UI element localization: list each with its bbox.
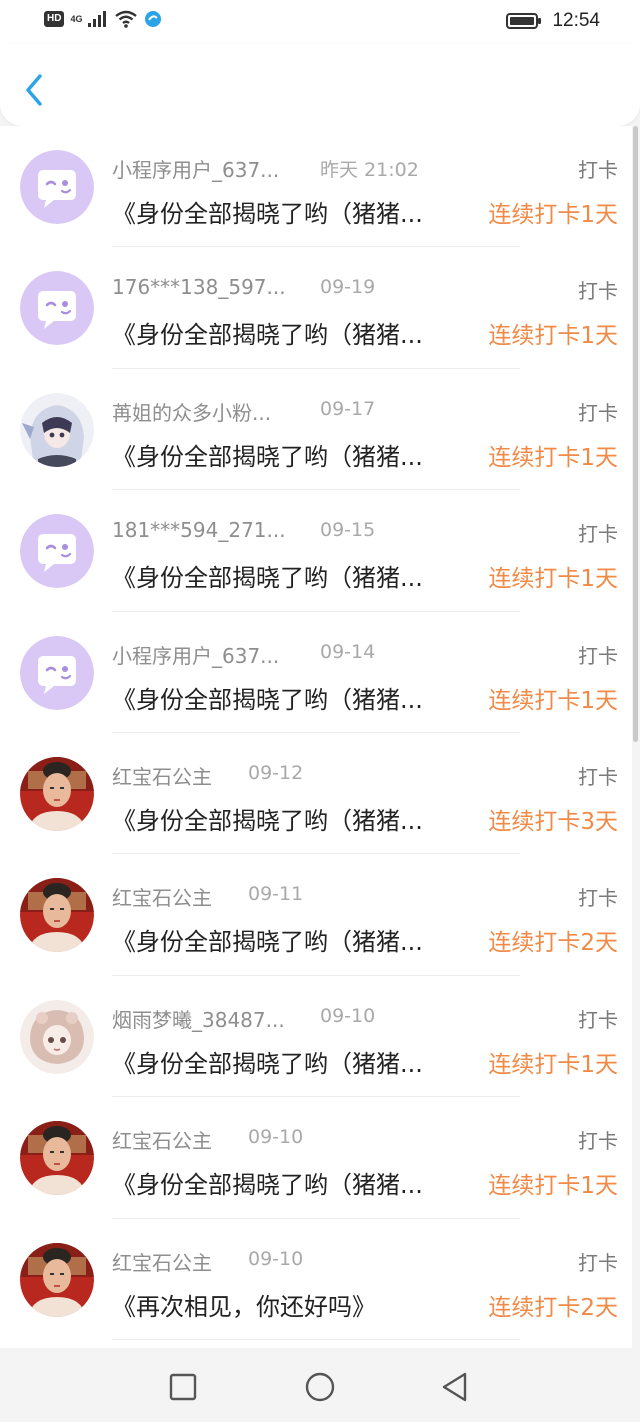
header [0,44,640,126]
home-button[interactable] [303,1370,337,1404]
streak-label: 连续打卡1天 [488,566,618,593]
record-type: 打卡 [578,1007,618,1032]
list-item[interactable]: 红宝石公主 09-10 打卡《身份全部揭晓了哟（猪猪... 连续打卡1天 [0,1097,632,1219]
avatar[interactable] [20,1121,94,1196]
avatar[interactable] [20,271,94,346]
post-date: 09-10 [248,1126,304,1149]
streak-label: 连续打卡2天 [488,930,618,957]
record-type: 打卡 [578,764,618,789]
streak-label: 连续打卡1天 [488,202,618,228]
status-right: 12:54 [506,10,600,32]
network-type: 4G [70,13,83,24]
list-item[interactable]: 181***594_271... 09-15 打卡《身份全部揭晓了哟（猪猪... 连续… [0,490,632,612]
list-item[interactable]: 176***138_597... 09-19 打卡《身份全部揭晓了哟（猪猪... 连续… [0,247,632,369]
avatar[interactable] [20,999,94,1074]
post-date: 09-19 [320,276,376,299]
post-date: 09-11 [248,883,304,906]
list-item[interactable]: 红宝石公主 09-11 打卡《身份全部揭晓了哟（猪猪... 连续打卡2天 [0,854,632,976]
streak-label: 连续打卡2天 [488,1294,618,1321]
avatar[interactable] [20,756,94,831]
avatar[interactable] [20,635,94,710]
user-name: 红宝石公主 [112,764,212,789]
user-name: 苒姐的众多小粉... [112,400,272,425]
screen: HD 4G 12:54 小程序用户_637... 昨天 21:02 打卡 《身份… [0,0,640,1422]
user-name: 176***138_597... [112,275,286,300]
list-item[interactable]: 小程序用户_637... 昨天 21:02 打卡《身份全部揭晓了哟（猪猪... 连续打… [0,126,632,248]
user-name: 红宝石公主 [112,1250,212,1275]
book-title: 《再次相见，你还好吗》 [112,1292,376,1321]
post-date: 昨天 21:02 [320,159,419,181]
system-nav-bar [0,1350,640,1422]
streak-label: 连续打卡1天 [488,1173,618,1200]
user-name: 烟雨梦曦_38487... [112,1007,285,1032]
user-name: 小程序用户_637... [112,158,280,182]
post-date: 09-10 [248,1247,304,1270]
streak-label: 连续打卡1天 [488,444,618,471]
book-title: 《身份全部揭晓了哟（猪猪... [112,685,423,714]
user-name: 181***594_271... [112,518,286,543]
record-type: 打卡 [578,1129,618,1154]
book-title: 《身份全部揭晓了哟（猪猪... [112,321,423,350]
app-notification-icon [145,11,162,27]
book-title: 《身份全部揭晓了哟（猪猪... [112,200,423,228]
streak-label: 连续打卡3天 [488,808,618,835]
home-icon [305,1372,335,1402]
back-triangle-icon [442,1372,467,1402]
record-type: 打卡 [578,522,618,547]
recent-apps-button[interactable] [166,1370,200,1404]
record-type: 打卡 [578,1250,618,1275]
avatar[interactable] [20,878,94,953]
clock: 12:54 [552,10,600,31]
signal-icon [88,11,107,27]
back-nav-button[interactable] [438,1370,472,1404]
avatar[interactable] [20,392,94,467]
book-title: 《身份全部揭晓了哟（猪猪... [112,1049,423,1078]
divider [112,1338,520,1340]
avatar[interactable] [20,514,94,589]
list-item[interactable]: 小程序用户_637... 09-14 打卡《身份全部揭晓了哟（猪猪... 连续打卡1天 [0,612,632,733]
streak-label: 连续打卡1天 [488,687,618,714]
book-title: 《身份全部揭晓了哟（猪猪... [112,928,423,957]
list-item[interactable]: 烟雨梦曦_38487... 09-10 打卡《身份全部揭晓了哟（猪猪... 连续打卡1… [0,976,632,1098]
record-type: 打卡 [578,886,618,911]
book-title: 《身份全部揭晓了哟（猪猪... [112,442,423,471]
user-name: 红宝石公主 [112,1129,212,1154]
list-item[interactable]: 红宝石公主 09-12 打卡《身份全部揭晓了哟（猪猪... 连续打卡3天 [0,733,632,855]
post-date: 09-15 [320,519,376,542]
post-date: 09-17 [320,397,376,420]
streak-label: 连续打卡1天 [488,323,618,350]
record-type: 打卡 [578,158,618,182]
recent-apps-icon [169,1373,197,1401]
book-title: 《身份全部揭晓了哟（猪猪... [112,564,423,593]
book-title: 《身份全部揭晓了哟（猪猪... [112,1171,423,1200]
status-bar: HD 4G 12:54 [0,0,640,44]
streak-label: 连续打卡1天 [488,1051,618,1078]
post-date: 09-14 [320,640,376,663]
record-type: 打卡 [578,400,618,425]
scrollbar[interactable] [633,126,638,742]
list-item[interactable]: 红宝石公主 09-10 打卡《再次相见，你还好吗》 连续打卡2天 [0,1219,632,1340]
hd-badge: HD [44,11,65,27]
post-date: 09-10 [320,1004,376,1027]
chevron-left-icon [26,74,42,106]
record-type: 打卡 [578,643,618,668]
checkin-list: 小程序用户_637... 昨天 21:02 打卡 《身份全部揭晓了哟（猪猪... 连续打… [0,126,632,1348]
avatar[interactable] [20,150,94,224]
book-title: 《身份全部揭晓了哟（猪猪... [112,806,423,835]
avatar[interactable] [20,1242,94,1317]
battery-icon [506,13,542,29]
wifi-icon [115,10,138,28]
list-item[interactable]: 苒姐的众多小粉... 09-17 打卡《身份全部揭晓了哟（猪猪... 连续打卡1天 [0,369,632,491]
post-date: 09-12 [248,761,304,784]
user-name: 红宝石公主 [112,886,212,911]
status-left: HD 4G [44,10,162,28]
record-type: 打卡 [578,279,618,304]
back-button[interactable] [20,70,50,110]
user-name: 小程序用户_637... [112,643,280,668]
